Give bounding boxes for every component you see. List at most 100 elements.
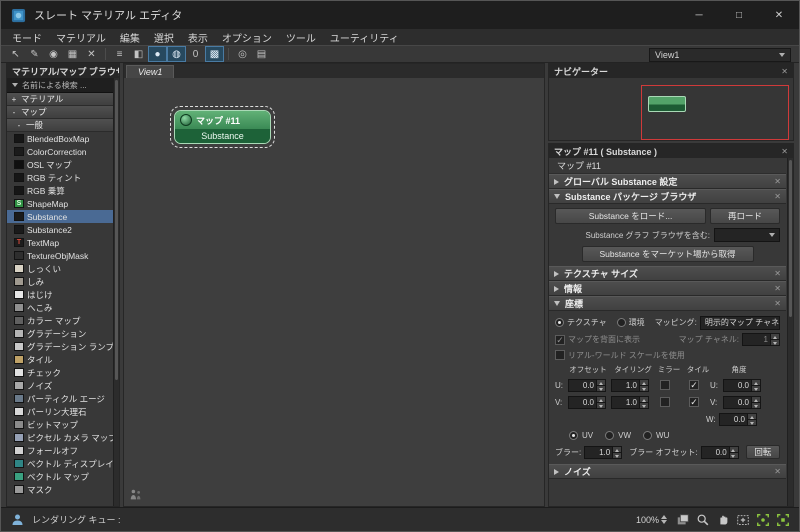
group-general[interactable]: - 一般 [7,119,119,132]
node-name-field[interactable]: マップ #11 [549,158,786,174]
search-row[interactable]: 名前による検索 ... [7,78,119,93]
node-view-canvas[interactable]: View1 マップ #11 Substance [123,63,545,507]
list-item[interactable]: Substance2 [7,223,113,236]
assign-material-icon[interactable]: ◉ [44,46,63,62]
show-map-on-back-checkbox[interactable]: ✓ [555,334,565,345]
menu-options[interactable]: オプション [215,30,279,45]
list-item[interactable]: はじけ [7,288,113,301]
spinner-down-icon[interactable] [640,401,648,408]
menu-tools[interactable]: ツール [279,30,323,45]
list-item[interactable]: パーティクル エージ [7,392,113,405]
load-substance-button[interactable]: Substance をロード... [555,208,706,224]
zoom-spinner-arrows-icon[interactable] [661,515,667,524]
spinner-down-icon[interactable] [613,451,622,458]
close-panel-icon[interactable] [781,67,788,76]
substance-map-node[interactable]: マップ #11 Substance [174,110,271,144]
v-angle-spinner[interactable]: 0.0 [723,395,761,409]
list-item[interactable]: フォールオフ [7,444,113,457]
view-selector-dropdown[interactable]: View1 [649,48,791,62]
tab-view1[interactable]: View1 [126,65,175,78]
parameter-panel-header[interactable]: マップ #11 ( Substance ) [549,144,793,158]
list-item[interactable]: RGB 乗算 [7,184,113,197]
spinner-down-icon[interactable] [752,384,760,391]
list-item-selected[interactable]: Substance [7,210,113,223]
list-item[interactable]: RGB ティント [7,171,113,184]
zoom-region-button[interactable] [734,512,751,528]
group-materials[interactable]: + マテリアル [7,93,119,106]
rollout-info[interactable]: 情報 [549,281,786,296]
v-tiling-spinner[interactable]: 1.0 [611,395,649,409]
rollout-global-substance[interactable]: グローバル Substance 設定 [549,174,786,189]
parameter-scrollbar[interactable] [787,158,793,506]
v-offset-spinner[interactable]: 0.0 [568,395,606,409]
navigator-minimap[interactable] [549,78,793,140]
list-item[interactable]: へこみ [7,301,113,314]
list-item[interactable]: しみ [7,275,113,288]
put-to-library-icon[interactable]: ▦ [63,46,82,62]
list-item[interactable]: ピクセル カメラ マップ [7,431,113,444]
list-item[interactable]: チェック [7,366,113,379]
expander-icon[interactable]: - [15,121,23,130]
maximize-button[interactable]: □ [719,1,759,29]
expander-icon[interactable]: + [10,95,18,104]
list-item[interactable]: ColorCorrection [7,145,113,158]
uv-radio[interactable] [569,430,578,440]
v-tile-checkbox[interactable]: ✓ [689,397,699,407]
options-icon[interactable]: ▤ [252,46,271,62]
v-mirror-checkbox[interactable] [660,397,670,407]
spinner-down-icon[interactable] [771,339,779,345]
rollout-coordinates[interactable]: 座標 [549,296,786,311]
wu-radio[interactable] [643,430,653,440]
list-item[interactable]: ノイズ [7,379,113,392]
hide-unused-nodeslots-icon[interactable]: ◧ [129,46,148,62]
zoom-extents-selected-button[interactable] [774,512,791,528]
u-mirror-checkbox[interactable] [660,380,670,390]
get-from-marketplace-button[interactable]: Substance をマーケット場から取得 [581,246,754,262]
texture-radio[interactable] [555,318,564,327]
map-channel-spinner[interactable]: 1 [742,333,780,346]
navigator-view-rect[interactable] [641,85,789,140]
pick-material-icon[interactable]: ✎ [25,46,44,62]
spinner-down-icon[interactable] [752,401,760,408]
reload-button[interactable]: 再ロード [710,208,780,224]
show-end-result-icon[interactable]: ● [148,46,167,62]
menu-mode[interactable]: モード [5,30,49,45]
list-item[interactable]: ベクトル マップ [7,470,113,483]
list-item[interactable]: グラデーション ランプ [7,340,113,353]
list-item[interactable]: ビットマップ [7,418,113,431]
spinner-down-icon[interactable] [597,384,605,391]
node-header[interactable]: マップ #11 [175,111,270,129]
browser-panel-header[interactable]: マテリアル/マップ ブラウザ [7,64,119,78]
graph-browser-select[interactable] [714,228,780,242]
blur-offset-spinner[interactable]: 0.0 [700,445,739,459]
select-tool-icon[interactable]: ↖ [6,46,25,62]
spinner-down-icon[interactable] [748,418,756,425]
show-background-icon[interactable]: 0 [186,46,205,62]
real-world-scale-checkbox[interactable] [555,350,565,360]
list-item[interactable]: パーリン大理石 [7,405,113,418]
minimize-button[interactable]: ─ [679,1,719,29]
navigator-header[interactable]: ナビゲーター [549,64,793,78]
close-button[interactable]: ✕ [759,1,799,29]
list-item[interactable]: OSL マップ [7,158,113,171]
list-item[interactable]: カラー マップ [7,314,113,327]
zoom-level-spinner[interactable]: 100% [636,515,667,525]
pan-tool-button[interactable] [714,512,731,528]
environment-radio[interactable] [616,318,626,327]
canvas-corner-icon[interactable] [129,488,143,502]
select-by-material-icon[interactable]: ◎ [233,46,252,62]
browser-scrollbar[interactable] [113,78,119,506]
list-item[interactable]: グラデーション [7,327,113,340]
node-selection-outline[interactable]: マップ #11 Substance [170,106,275,148]
vw-radio[interactable] [605,430,615,440]
search-options-icon[interactable] [12,83,18,87]
u-angle-spinner[interactable]: 0.0 [723,378,761,392]
list-item[interactable]: TextureObjMask [7,249,113,262]
menu-material[interactable]: マテリアル [49,30,113,45]
w-angle-spinner[interactable]: 0.0 [719,412,757,426]
list-item[interactable]: S ShapeMap [7,197,113,210]
rollout-substance-package[interactable]: Substance パッケージ ブラウザ [549,189,786,204]
spinner-down-icon[interactable] [729,451,738,458]
zoom-tool-button[interactable] [694,512,711,528]
scrollbar-thumb[interactable] [789,160,792,317]
